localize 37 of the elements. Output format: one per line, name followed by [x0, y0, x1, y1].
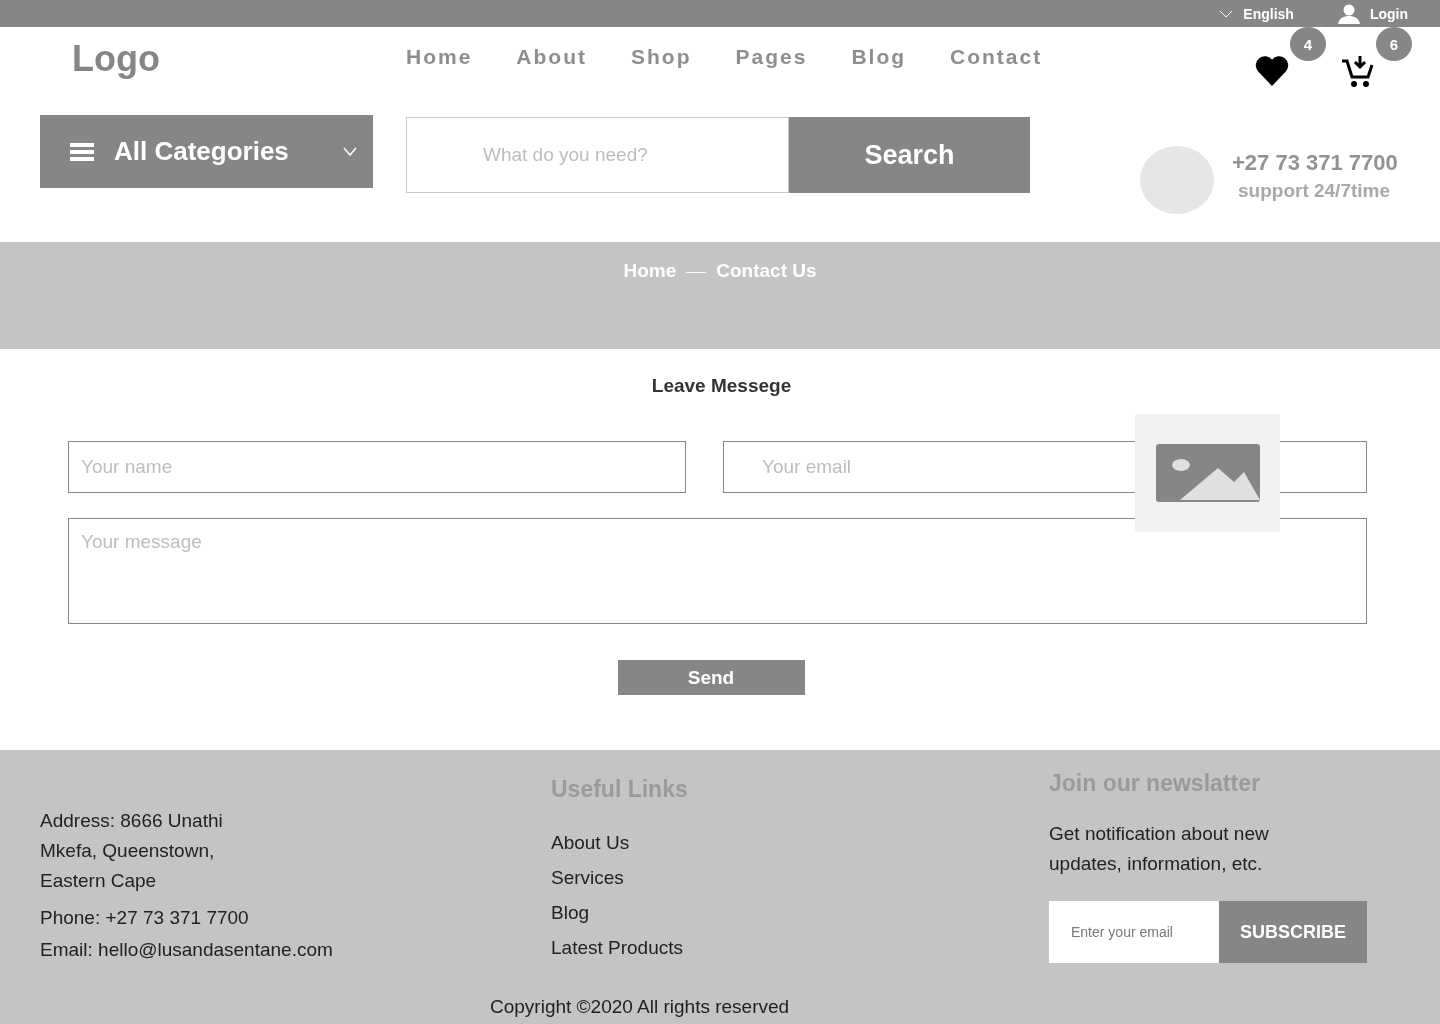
- menu-icon: [70, 142, 94, 161]
- footer-link[interactable]: Latest Products: [551, 930, 1049, 965]
- cart-count-badge: 6: [1376, 27, 1412, 61]
- nav-link[interactable]: Home: [406, 45, 473, 69]
- copyright-text: Copyright ©2020 All rights reserved: [490, 996, 790, 1018]
- search-field[interactable]: What do you need?: [406, 117, 789, 193]
- message-field[interactable]: Your message: [68, 518, 1367, 624]
- image-icon: [1155, 444, 1260, 502]
- chevron-down-icon: [1219, 9, 1234, 18]
- subscribe-button[interactable]: SUBSCRIBE: [1219, 901, 1367, 963]
- send-button[interactable]: Send: [617, 660, 805, 695]
- support-text: support 24/7time: [1238, 180, 1392, 202]
- wishlist-count-badge: 4: [1290, 27, 1326, 61]
- newsletter-text: Get notification about new updates, information, etc.: [1049, 822, 1270, 876]
- address-text: Address: 8666 Unathi Mkefa, Queenstown, Eastern Cape: [40, 809, 224, 893]
- footer-link[interactable]: About Us: [551, 825, 1049, 860]
- nav-link[interactable]: About: [516, 45, 587, 69]
- cart-icon[interactable]: [1340, 53, 1376, 89]
- footer-link[interactable]: Blog: [551, 895, 1049, 930]
- nav-link[interactable]: Shop: [631, 45, 692, 69]
- logo[interactable]: Logo: [72, 38, 406, 80]
- form-title: Leave Messege: [650, 375, 793, 397]
- name-field[interactable]: Your name: [68, 441, 686, 493]
- all-categories-button[interactable]: All Categories: [40, 115, 373, 188]
- nav-link[interactable]: Contact: [950, 45, 1043, 69]
- phone-number: +27 73 371 7700: [1232, 150, 1398, 176]
- nav-link[interactable]: Pages: [735, 45, 808, 69]
- language-selector[interactable]: English: [1219, 5, 1294, 22]
- newsletter-email-field[interactable]: Enter your email: [1049, 901, 1219, 963]
- email-text: Email: hello@lusandasentane.com: [40, 938, 334, 962]
- login-link[interactable]: Login: [1337, 3, 1408, 24]
- phone-text: Phone: +27 73 371 7700: [40, 906, 250, 930]
- nav-link[interactable]: Blog: [851, 45, 907, 69]
- search-button[interactable]: Search: [789, 117, 1030, 193]
- chevron-down-icon: [343, 147, 357, 156]
- user-icon: [1337, 3, 1360, 24]
- footer-link[interactable]: Services: [551, 860, 1049, 895]
